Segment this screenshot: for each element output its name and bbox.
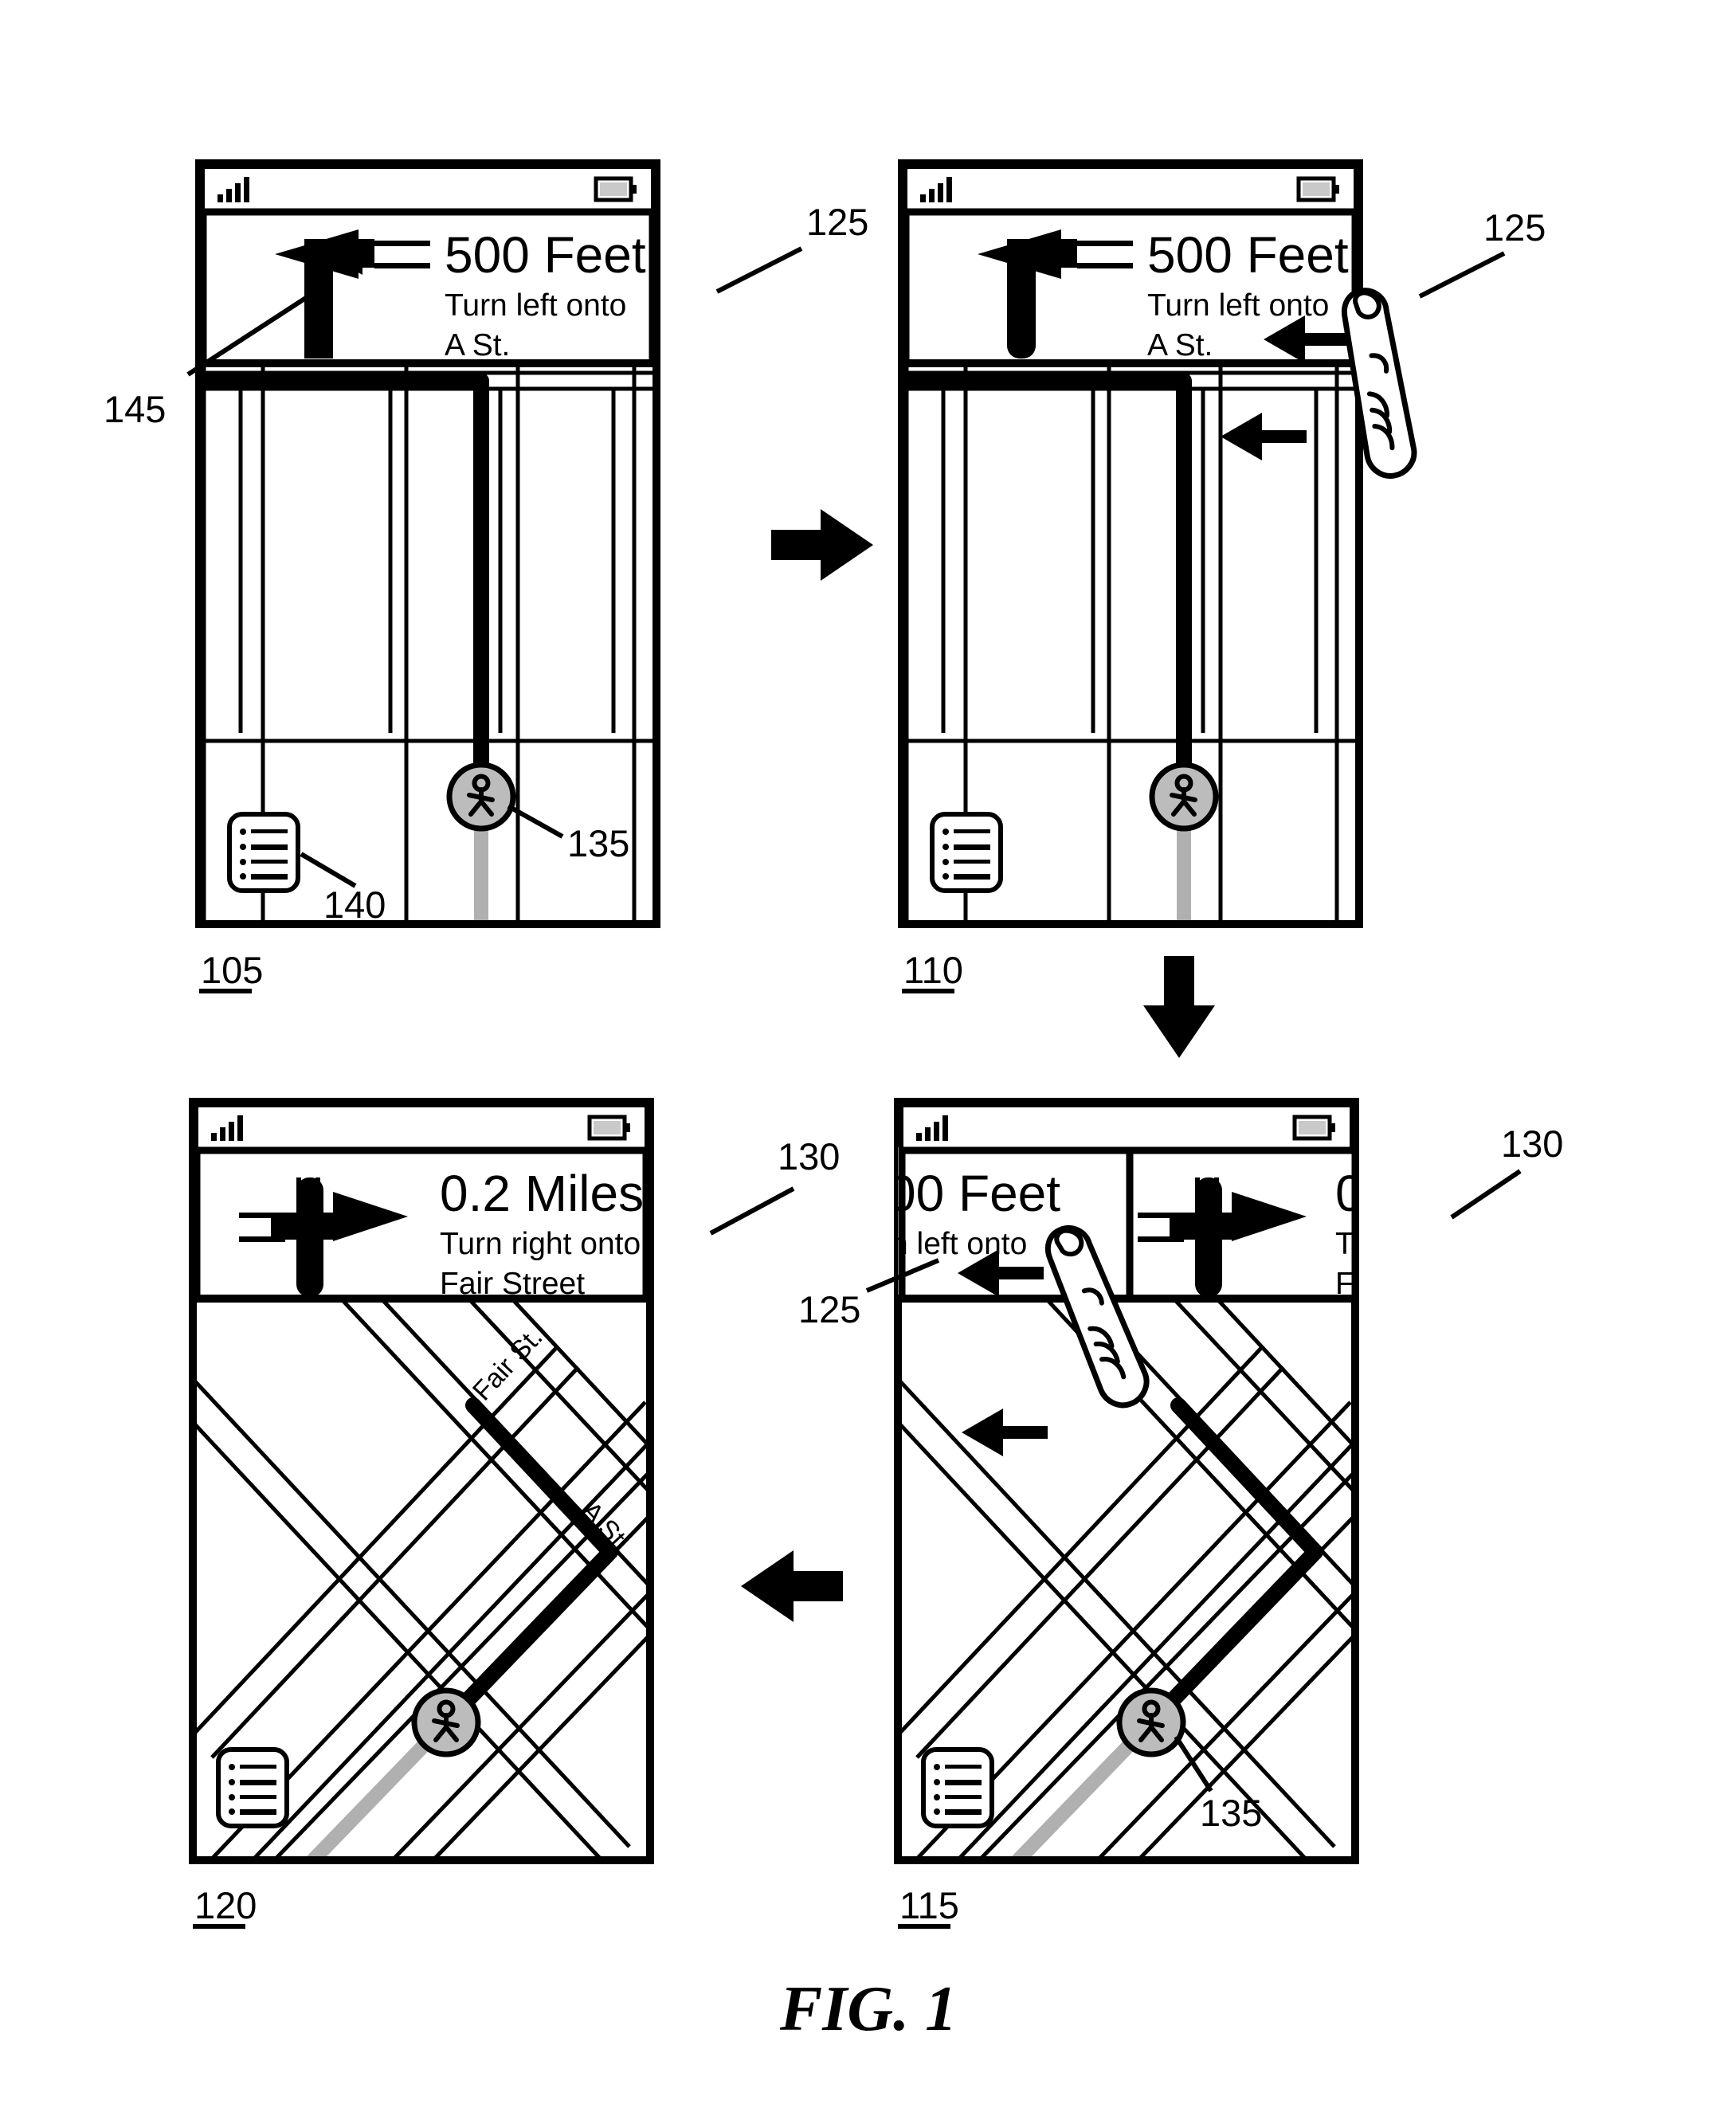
banner-distance: 500 Feet	[1147, 226, 1349, 284]
pedestrian-puck-icon	[1119, 1691, 1183, 1754]
banner-instruction-line2: A St.	[1147, 328, 1213, 362]
route-list-icon[interactable]	[229, 814, 298, 891]
banner-distance: 500 Feet	[445, 226, 646, 284]
banner-instruction-line2: A St.	[445, 328, 510, 362]
status-bar-115	[900, 1104, 1353, 1152]
ref-number-130-a: 130	[778, 1135, 840, 1177]
map-view-110[interactable]	[902, 363, 1359, 924]
ref-number-125-b: 125	[1483, 206, 1546, 249]
ref-number-125-c: 125	[798, 1288, 860, 1330]
panel-105: 500 Feet Turn left onto A St. 105	[195, 159, 660, 993]
pedestrian-puck-icon	[414, 1691, 478, 1754]
ref-number-135-b: 135	[1200, 1792, 1262, 1834]
navigation-banner-120[interactable]: 0.2 Miles Turn right onto Fair Street	[193, 1146, 650, 1304]
incoming-banner-115[interactable]: 0. Tur Fai	[1130, 1147, 1381, 1301]
pedestrian-puck-icon	[1152, 765, 1216, 829]
navigation-banner-105[interactable]: 500 Feet Turn left onto A St.	[199, 208, 656, 367]
panel-tag-105: 105	[201, 949, 263, 991]
ref-number-135-a: 135	[567, 822, 629, 864]
route-list-icon[interactable]	[932, 814, 1001, 891]
patent-figure-1: 500 Feet Turn left onto A St. 105 145 12…	[0, 0, 1736, 2108]
panel-tag-120: 120	[194, 1884, 257, 1926]
status-bar-105	[202, 166, 654, 214]
route-list-icon[interactable]	[218, 1749, 287, 1826]
status-bar-110	[904, 166, 1357, 214]
outgoing-banner-instruction: n left onto	[891, 1227, 1027, 1261]
ref-number-130-b: 130	[1501, 1123, 1563, 1165]
pedestrian-puck-icon	[449, 765, 513, 829]
banner-instruction-line1: Turn right onto	[440, 1227, 641, 1261]
ref-number-125-a: 125	[806, 201, 868, 243]
ref-number-140: 140	[323, 884, 386, 926]
panel-tag-115: 115	[899, 1884, 959, 1926]
banner-distance: 0.2 Miles	[440, 1165, 644, 1222]
outgoing-banner-distance: 00 Feet	[888, 1165, 1060, 1222]
ref-number-145: 145	[104, 388, 166, 430]
panel-tag-110: 110	[903, 949, 963, 991]
route-list-icon[interactable]	[923, 1749, 992, 1826]
status-bar-120	[195, 1104, 648, 1152]
figure-caption: FIG. 1	[779, 1974, 957, 2044]
banner-instruction-line1: Turn left onto	[445, 288, 626, 323]
